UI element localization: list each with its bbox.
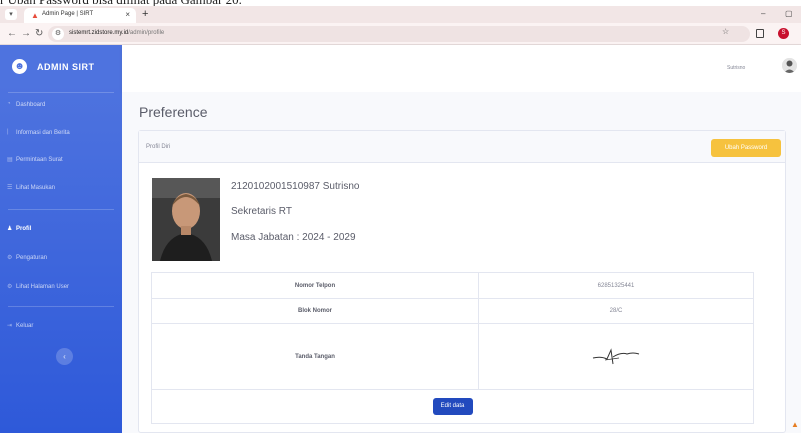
signature-image [592, 347, 640, 364]
sidebar-item-permintaan-surat[interactable]: ▤ Permintaan Surat [0, 153, 122, 169]
avatar[interactable] [782, 58, 797, 73]
url-input[interactable]: ⚙ sistemrt.zidstore.my.id/admin/profile [48, 26, 750, 42]
extensions-icon[interactable] [756, 29, 764, 38]
mail-icon: ▤ [7, 157, 13, 163]
sidebar: ☻ ADMIN SIRT ◔ Dashboard | Informasi dan… [0, 45, 122, 433]
browser-tab[interactable]: ▲ Admin Page | SIRT × [24, 8, 136, 23]
sidebar-divider [8, 209, 114, 210]
sidebar-toggle-button[interactable]: ‹ [56, 348, 73, 365]
url-path: /admin/profile [128, 30, 165, 36]
profile-name-line: 2120102001510987 Sutrisno [231, 181, 360, 192]
card-title: Profil Diri [146, 144, 171, 150]
settings-icon: ⚙ [7, 255, 13, 261]
sidebar-item-profil[interactable]: ♟ Profil [0, 222, 122, 238]
sidebar-item-informasi[interactable]: | Informasi dan Berita [0, 126, 122, 142]
bookmark-star-icon[interactable]: ☆ [722, 27, 729, 36]
sidebar-item-lihat-halaman-user[interactable]: ⚙ Lihat Halaman User [0, 280, 122, 296]
info-icon: | [7, 129, 9, 135]
sidebar-item-label: Permintaan Surat [16, 157, 63, 163]
edit-data-button[interactable]: Edit data [432, 398, 473, 415]
back-icon[interactable]: ← [7, 28, 17, 39]
dashboard-icon: ◔ [7, 101, 11, 107]
profile-table: Nomor Telpon 62851325441 Blok Nomor 28/C… [151, 272, 754, 424]
sidebar-item-label: Informasi dan Berita [16, 130, 70, 136]
sidebar-item-label: Pengaturan [16, 255, 48, 261]
browser-profile-avatar[interactable]: S [778, 28, 789, 39]
sidebar-item-label: Profil [16, 226, 32, 232]
sidebar-brand[interactable]: ☻ ADMIN SIRT [0, 45, 122, 92]
corner-logo-icon: ▲ [791, 420, 799, 429]
card-header: Profil Diri Ubah Password [139, 131, 785, 163]
page-title: Preference [139, 104, 208, 120]
signature-cell [478, 323, 754, 390]
table-row: Nomor Telpon 62851325441 [151, 272, 754, 299]
sidebar-item-label: Keluar [16, 323, 34, 329]
profile-term: Masa Jabatan : 2024 - 2029 [231, 232, 356, 243]
reload-icon[interactable]: ↻ [35, 28, 43, 39]
sidebar-item-label: Dashboard [16, 102, 46, 108]
table-row: Edit data [151, 389, 754, 424]
smile-logo-icon: ☻ [12, 59, 27, 74]
brand-text: ADMIN SIRT [37, 62, 95, 72]
new-tab-icon[interactable]: + [142, 8, 148, 20]
edit-cell: Edit data [151, 389, 754, 424]
forward-icon[interactable]: → [21, 28, 31, 39]
url-text: sistemrt.zidstore.my.id/admin/profile [69, 30, 164, 36]
table-label: Blok Nomor [151, 298, 479, 324]
sidebar-divider [8, 306, 114, 307]
url-domain: sistemrt.zidstore.my.id [69, 30, 129, 36]
table-value: 28/C [478, 298, 754, 324]
comments-icon: ☰ [7, 185, 13, 191]
sidebar-item-label: Lihat Halaman User [16, 284, 70, 290]
sidebar-item-dashboard[interactable]: ◔ Dashboard [0, 98, 122, 114]
maximize-icon[interactable]: ▢ [785, 9, 793, 18]
change-password-button[interactable]: Ubah Password [711, 139, 781, 157]
profile-card: Profil Diri Ubah Password 21201020015109… [138, 130, 786, 433]
sidebar-divider [8, 92, 114, 93]
main-content: Preference Profil Diri Ubah Password 212… [122, 92, 801, 433]
tab-menu-icon[interactable]: ▾ [5, 9, 17, 20]
minimize-icon[interactable]: – [761, 9, 765, 18]
sidebar-item-pengaturan[interactable]: ⚙ Pengaturan [0, 251, 122, 267]
profile-photo-image [152, 178, 220, 261]
topbar-user-name[interactable]: Sutrisno [727, 65, 745, 71]
logout-icon: ⇥ [7, 323, 13, 329]
site-info-icon[interactable]: ⚙ [52, 28, 64, 40]
user-icon: ♟ [7, 226, 13, 232]
sidebar-item-lihat-masukan[interactable]: ☰ Lihat Masukan [0, 181, 122, 197]
sidebar-item-label: Lihat Masukan [16, 185, 56, 191]
profile-role: Sekretaris RT [231, 206, 292, 217]
browser-tabbar: ▾ ▲ Admin Page | SIRT × + – ▢ [0, 6, 801, 23]
table-value: 62851325441 [478, 272, 754, 299]
sidebar-item-keluar[interactable]: ⇥ Keluar [0, 319, 122, 335]
table-label: Tanda Tangan [151, 323, 479, 390]
external-icon: ⚙ [7, 284, 13, 290]
close-tab-icon[interactable]: × [125, 10, 130, 19]
profile-photo [152, 178, 220, 261]
user-avatar-icon [782, 58, 797, 73]
favicon-icon: ▲ [31, 11, 39, 20]
topbar: Sutrisno [122, 45, 801, 92]
browser-addressbar: ← → ↻ ⚙ sistemrt.zidstore.my.id/admin/pr… [0, 23, 801, 45]
table-row: Blok Nomor 28/C [151, 298, 754, 324]
table-row: Tanda Tangan [151, 323, 754, 390]
tab-title: Admin Page | SIRT [42, 11, 94, 17]
table-label: Nomor Telpon [151, 272, 479, 299]
